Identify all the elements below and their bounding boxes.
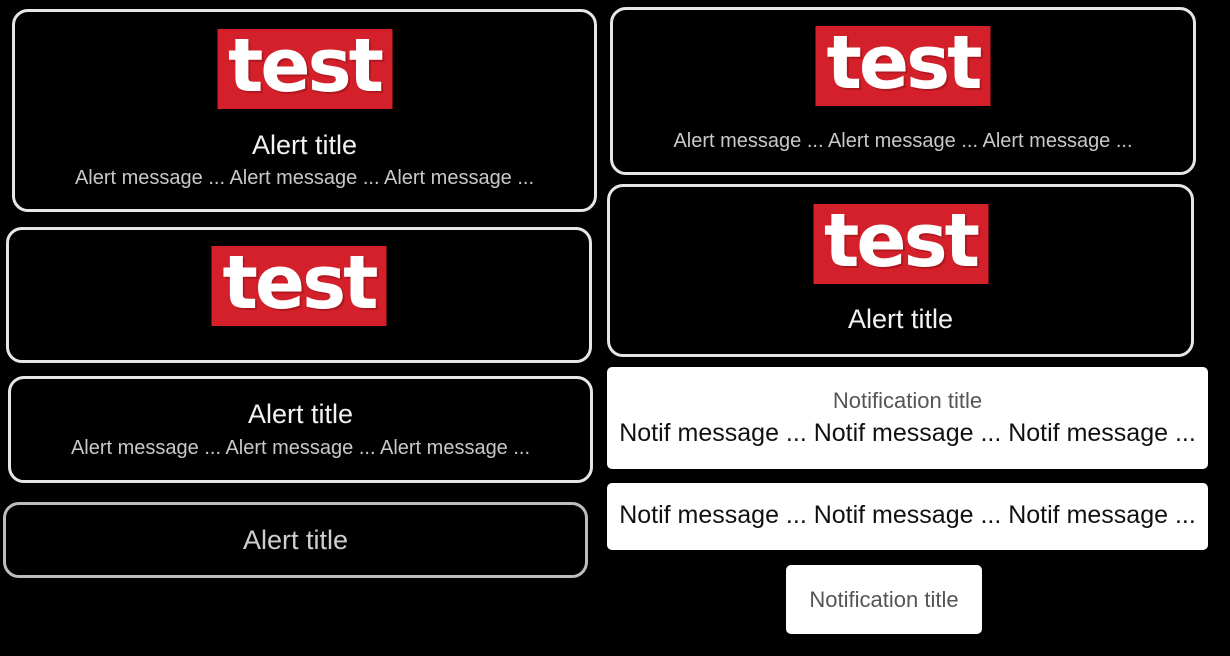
notification-title: Notification title [809, 587, 959, 612]
test-logo: test [217, 29, 392, 109]
notification-title-only[interactable]: Notification title [786, 565, 982, 634]
alert-logo-title-message[interactable]: test Alert title Alert message ... Alert… [12, 9, 597, 212]
notification-title-message[interactable]: Notification title Notif message ... Not… [607, 367, 1208, 469]
test-logo: test [211, 240, 387, 326]
alert-logo-title[interactable]: test Alert title [607, 184, 1194, 357]
logo-text: test [222, 240, 379, 326]
alert-message: Alert message ... Alert message ... Aler… [70, 437, 531, 459]
alert-title-only[interactable]: Alert title [3, 502, 588, 578]
alert-logo-only[interactable]: test [6, 227, 592, 363]
logo-text: test [826, 20, 983, 106]
test-logo: test [815, 20, 991, 106]
alert-title-message[interactable]: Alert title Alert message ... Alert mess… [8, 376, 593, 483]
logo-text: test [824, 198, 980, 284]
alert-notification-showcase: test Alert title Alert message ... Alert… [0, 0, 1230, 656]
alert-title: Alert title [847, 304, 954, 334]
alert-title: Alert title [251, 130, 358, 160]
notification-title: Notification title [832, 388, 983, 413]
notification-message-only[interactable]: Notif message ... Notif message ... Noti… [607, 483, 1208, 550]
alert-title: Alert title [247, 399, 354, 429]
notification-message: Notif message ... Notif message ... Noti… [619, 419, 1196, 447]
alert-message: Alert message ... Alert message ... Aler… [673, 130, 1133, 152]
alert-logo-message[interactable]: test Alert message ... Alert message ...… [610, 7, 1196, 175]
alert-title: Alert title [242, 525, 349, 555]
test-logo: test [813, 204, 988, 284]
notification-message: Notif message ... Notif message ... Noti… [619, 501, 1196, 529]
alert-message: Alert message ... Alert message ... Aler… [74, 167, 535, 189]
logo-text: test [228, 23, 384, 109]
